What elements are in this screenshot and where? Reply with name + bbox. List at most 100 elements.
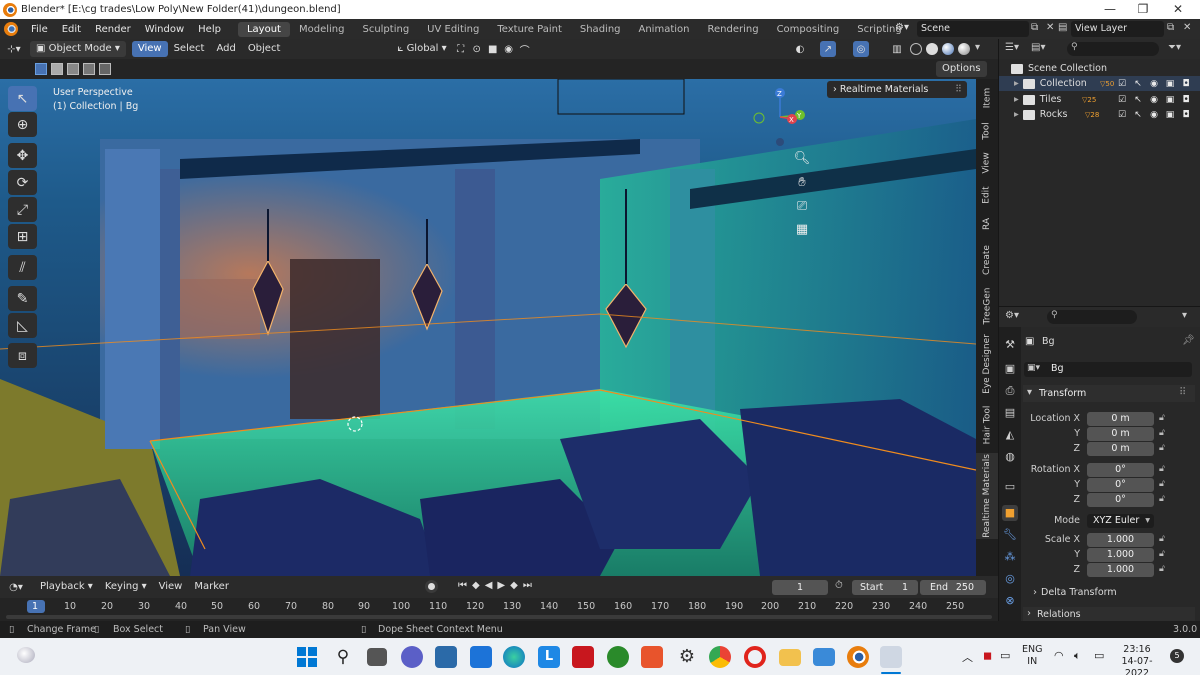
modifier-tab-icon[interactable]: 🔧︎	[1002, 527, 1018, 543]
lock-icon[interactable]: 🔓︎	[1159, 464, 1165, 474]
start-button[interactable]	[297, 647, 317, 667]
menu-keying[interactable]: Keying ▾	[99, 579, 153, 595]
scene-tab-icon[interactable]: ◭	[1002, 427, 1018, 443]
tab-layout[interactable]: Layout	[237, 21, 290, 37]
holdout-icon[interactable]: ◘	[1181, 110, 1191, 120]
tab-compositing[interactable]: Compositing	[768, 22, 849, 37]
rotation-x-field[interactable]: 0°	[1087, 463, 1154, 477]
blender-menu-icon[interactable]	[4, 22, 18, 36]
shading-options-icon[interactable]: ▾	[975, 42, 980, 53]
photos-app-icon[interactable]	[435, 646, 457, 668]
snap-target-icon[interactable]: ■	[485, 41, 501, 57]
selectable-icon[interactable]: ↖	[1133, 110, 1143, 120]
physics-tab-icon[interactable]: ◎	[1002, 571, 1018, 587]
tray-mcafee-icon[interactable]: ◼	[983, 649, 992, 662]
draw-tool[interactable]: ✎	[8, 286, 37, 311]
side-tab-hair-tool[interactable]: Hair Tool	[976, 399, 998, 451]
outliner-item-rocks[interactable]: ▸ Rocks ▽28 ☑ ↖ ◉ ▣ ◘	[999, 107, 1200, 122]
new-view-layer-icon[interactable]: ⧉	[1167, 22, 1174, 33]
material-shading-icon[interactable]	[942, 43, 954, 55]
gizmo-neg-z-axis[interactable]	[776, 138, 784, 146]
menu-view[interactable]: View	[131, 41, 168, 57]
side-tab-ra[interactable]: RA	[976, 211, 998, 237]
snipping-tool-icon[interactable]	[880, 646, 902, 668]
selectable-icon[interactable]: ↖	[1133, 95, 1143, 105]
menu-render[interactable]: Render	[88, 24, 138, 35]
transform-tool[interactable]: ⊞	[8, 224, 37, 249]
panel-grip-icon[interactable]: ⠿	[955, 81, 962, 98]
outliner-item-collection[interactable]: ▸ Collection ▽50 ☑ ↖ ◉ ▣ ◘	[999, 76, 1200, 91]
constraints-tab-icon[interactable]: ⊗	[1002, 593, 1018, 609]
panel-grip-icon[interactable]: ⠿	[1179, 387, 1186, 398]
side-tab-item[interactable]: Item	[976, 81, 998, 115]
navigation-gizmo[interactable]: Z Y X	[748, 85, 812, 149]
object-tab-icon[interactable]: ■	[1002, 505, 1018, 521]
holdout-icon[interactable]: ◘	[1181, 95, 1191, 105]
properties-search-input[interactable]: ⚲	[1047, 310, 1137, 324]
scale-tool[interactable]: ⤢	[8, 197, 37, 222]
tool-tab-icon[interactable]: ⚒	[1002, 337, 1018, 353]
eye-icon[interactable]: ◉	[1149, 95, 1159, 105]
select-new-icon[interactable]	[35, 63, 47, 75]
menu-edit[interactable]: Edit	[55, 24, 88, 35]
edge-browser-icon[interactable]	[503, 646, 525, 668]
delete-scene-icon[interactable]: ✕	[1046, 22, 1054, 33]
annotate-tool[interactable]: ⫽	[8, 255, 37, 280]
weather-widget-icon[interactable]	[17, 647, 35, 663]
lock-icon[interactable]: 🔓︎	[1159, 564, 1165, 574]
realtime-materials-panel[interactable]: › Realtime Materials ⠿	[827, 81, 967, 98]
overlay-toggle-icon[interactable]: ◎	[853, 41, 869, 57]
side-tab-realtime-materials[interactable]: Realtime Materials	[976, 453, 998, 539]
3d-viewport[interactable]: User Perspective (1) Collection | Bg ↖ ⊕…	[0, 79, 976, 576]
lock-icon[interactable]: 🔓︎	[1159, 428, 1165, 438]
gizmo-neg-y-axis[interactable]	[753, 112, 765, 124]
editor-type-icon[interactable]: ⊹▾	[6, 41, 22, 57]
menu-object[interactable]: Object	[242, 41, 287, 57]
eye-icon[interactable]: ◉	[1149, 110, 1159, 120]
xbox-icon[interactable]	[607, 646, 629, 668]
scale-y-field[interactable]: 1.000	[1087, 548, 1154, 562]
select-box-tool[interactable]: ↖	[8, 86, 37, 111]
maximize-button[interactable]: ❐	[1128, 0, 1158, 19]
task-view-icon[interactable]	[367, 648, 387, 666]
lock-icon[interactable]: 🔓︎	[1159, 443, 1165, 453]
current-frame-field[interactable]: 1	[772, 580, 828, 595]
launcher-app-icon[interactable]: L	[538, 646, 560, 668]
side-tab-tool[interactable]: Tool	[976, 117, 998, 145]
mcafee-icon[interactable]	[572, 646, 594, 668]
scene-selector[interactable]: Scene	[917, 21, 1029, 37]
outliner-scene-collection[interactable]: Scene Collection	[999, 61, 1200, 76]
view-layer-tab-icon[interactable]: ▤	[1002, 405, 1018, 421]
settings-gear-icon[interactable]: ⚙	[676, 646, 698, 668]
location-y-field[interactable]: 0 m	[1087, 427, 1154, 441]
selectable-icon[interactable]: ↖	[1133, 79, 1143, 89]
cursor-tool[interactable]: ⊕	[8, 112, 37, 137]
particles-tab-icon[interactable]: ⁂	[1002, 549, 1018, 565]
menu-help[interactable]: Help	[191, 24, 228, 35]
pan-hand-icon[interactable]: ✋︎	[793, 175, 811, 193]
chrome-browser-icon[interactable]	[709, 646, 731, 668]
object-name-field[interactable]: ▣▾ Bg	[1024, 362, 1192, 377]
volume-icon[interactable]: 🔈︎	[1074, 649, 1081, 663]
checkbox-icon[interactable]: ☑	[1117, 79, 1127, 89]
wifi-icon[interactable]: ◠	[1054, 649, 1064, 662]
tab-shading[interactable]: Shading	[571, 22, 630, 37]
pivot-icon[interactable]: ⛶	[453, 41, 469, 57]
menu-select[interactable]: Select	[168, 41, 211, 57]
notification-badge[interactable]: 5	[1170, 649, 1184, 663]
search-icon[interactable]: ⚲	[332, 646, 354, 668]
jump-end-icon[interactable]: ⏭	[523, 580, 537, 591]
tab-texture-paint[interactable]: Texture Paint	[488, 22, 571, 37]
blender-taskbar-icon[interactable]	[847, 646, 869, 668]
move-tool[interactable]: ✥	[8, 143, 37, 168]
battery-icon[interactable]: ▭	[1094, 649, 1104, 662]
filter-icon[interactable]: ⏷▾	[1168, 42, 1181, 53]
properties-editor-type-icon[interactable]: ⚙▾	[1005, 310, 1019, 321]
output-tab-icon[interactable]: ⎙	[1002, 383, 1018, 399]
side-tab-eye-designer[interactable]: Eye Designer	[976, 331, 998, 397]
collection-tab-icon[interactable]: ▭	[1002, 479, 1018, 495]
lock-icon[interactable]: 🔓︎	[1159, 479, 1165, 489]
lock-icon[interactable]: 🔓︎	[1159, 549, 1165, 559]
tray-tablet-icon[interactable]: ▭	[1000, 649, 1010, 662]
outliner-search-input[interactable]: ⚲	[1067, 42, 1159, 56]
